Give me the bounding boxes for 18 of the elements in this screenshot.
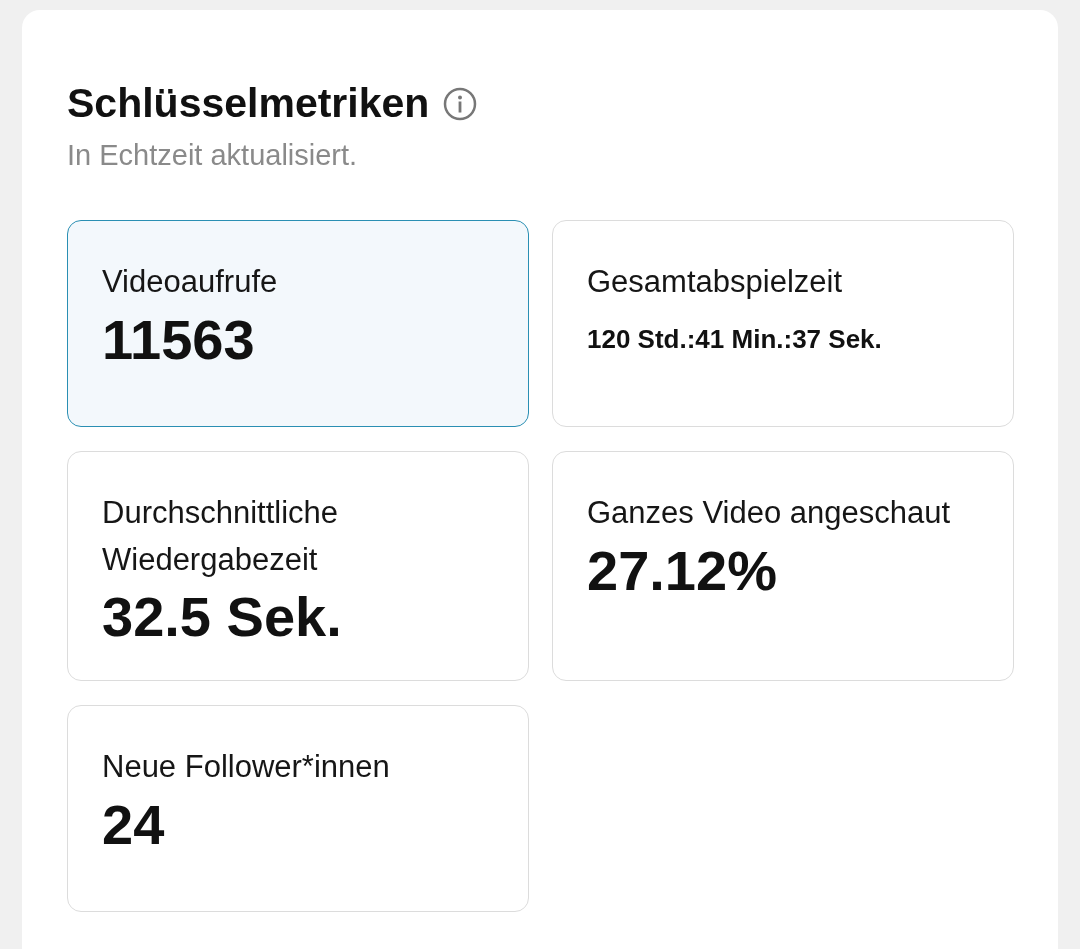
section-subtitle: In Echtzeit aktualisiert. <box>67 139 359 172</box>
metric-value: 27.12% <box>587 537 778 604</box>
metric-label: Gesamtabspielzeit <box>587 263 843 301</box>
metric-value: 32.5 Sek. <box>102 584 343 650</box>
metric-tile[interactable]: Ganzes Video angeschaut 27.12% <box>552 451 1014 682</box>
section-title: Schlüsselmetriken <box>67 80 430 127</box>
metric-label: Videoaufrufe <box>102 263 279 301</box>
metric-label: Neue Follower*innen <box>102 748 391 787</box>
metric-label: Durchschnittliche Wiedergabezeit <box>102 494 340 579</box>
metric-tile[interactable]: Gesamtabspielzeit 120 Std.:41 Min.:37 Sek. <box>552 220 1014 427</box>
info-icon[interactable] <box>443 86 478 121</box>
metric-value: 11563 <box>102 306 256 373</box>
metric-label: Ganzes Video angeschaut <box>587 494 952 532</box>
metric-tile[interactable]: Durchschnittliche Wiedergabezeit 32.5 Sek. <box>67 451 529 682</box>
metric-tile[interactable]: Videoaufrufe 11563 <box>67 220 529 427</box>
metric-tile[interactable]: Neue Follower*innen 24 <box>67 705 529 913</box>
metric-value: 24 <box>102 791 166 858</box>
metric-value: 120 Std.:41 Min.:37 Sek. <box>587 323 883 355</box>
